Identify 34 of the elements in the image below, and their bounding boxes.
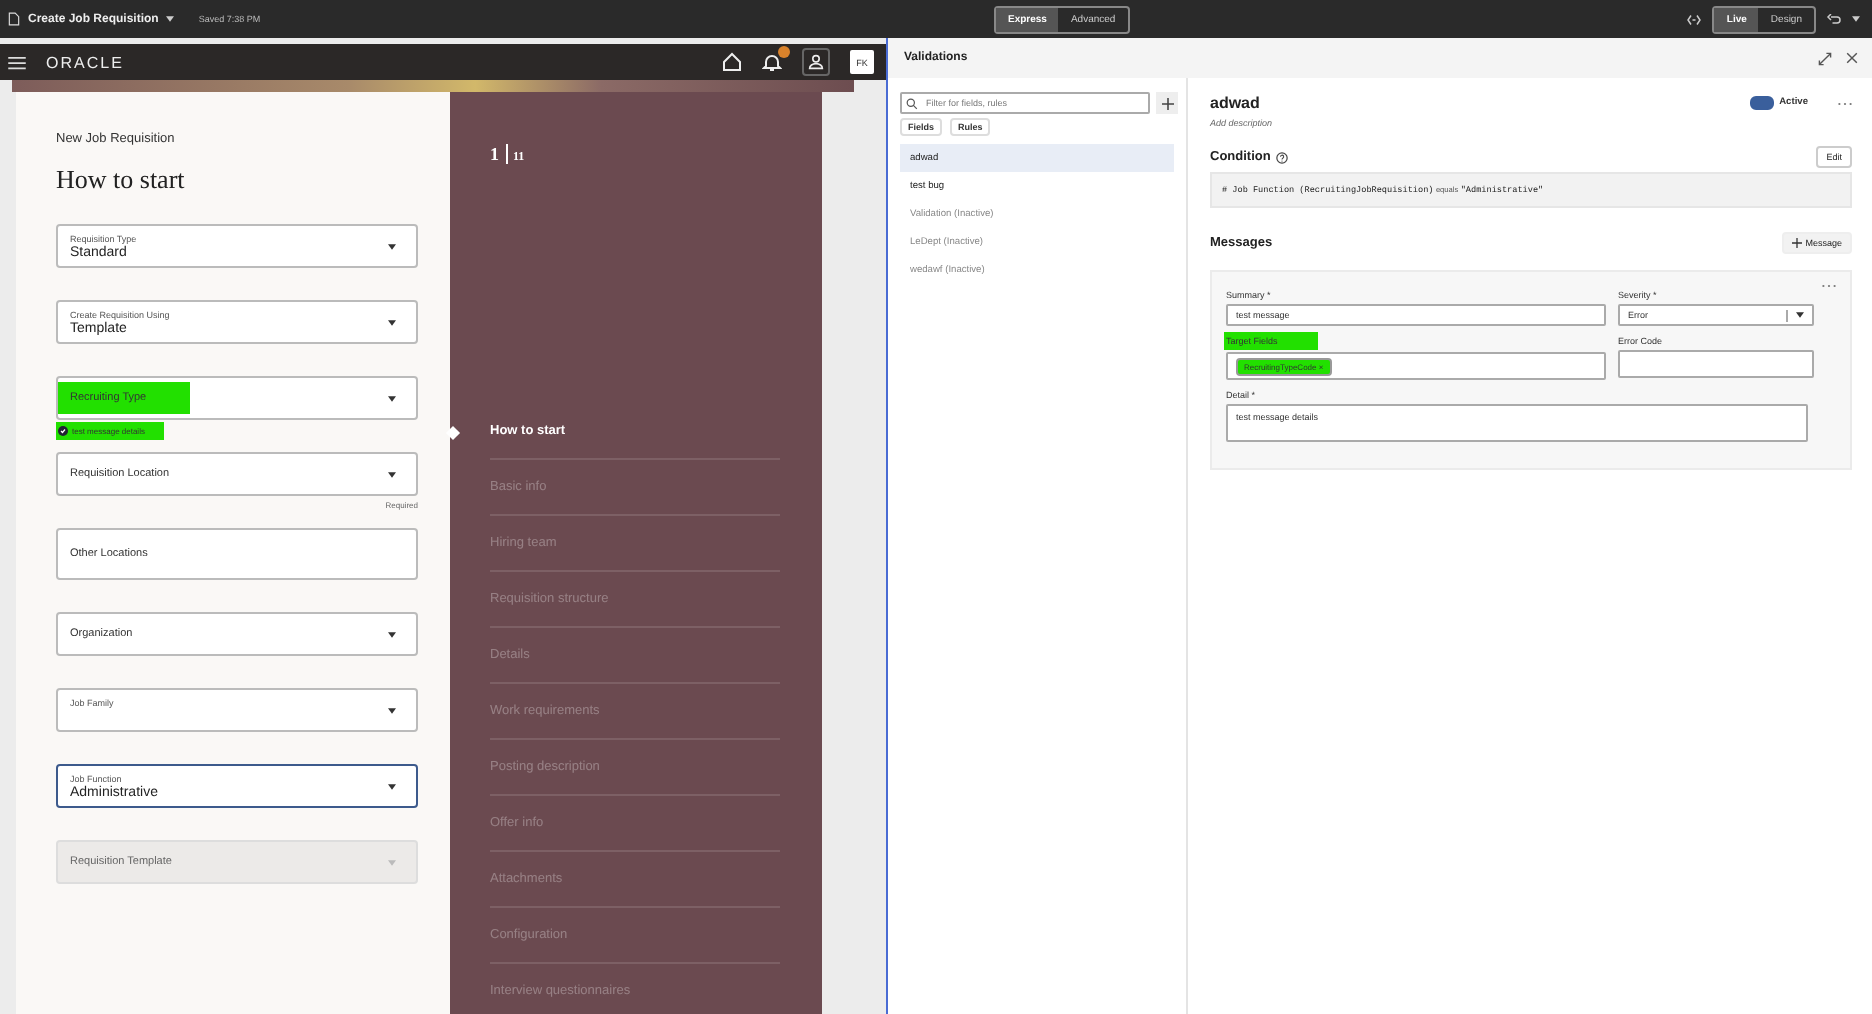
caret-icon [1796, 312, 1804, 318]
caret-icon[interactable] [166, 16, 175, 22]
caret-icon [388, 783, 396, 789]
rule-name: adwad [1210, 94, 1260, 112]
check-circle-icon [58, 426, 68, 436]
logo: ORACLE [46, 53, 124, 71]
plus-icon [1161, 97, 1173, 109]
caret-icon[interactable] [1852, 16, 1860, 22]
caret-icon [388, 395, 396, 401]
bell-icon[interactable] [762, 52, 782, 72]
add-button[interactable] [1156, 92, 1178, 114]
step-number: 1 [490, 144, 499, 164]
caret-icon [388, 631, 396, 637]
close-icon[interactable] [1846, 52, 1858, 64]
menu-icon[interactable] [8, 55, 26, 69]
user-button[interactable] [802, 48, 830, 76]
search-icon [906, 97, 918, 109]
plus-icon [1791, 238, 1802, 248]
code-brackets-icon[interactable] [1686, 13, 1703, 25]
caret-icon [388, 243, 396, 249]
notification-badge [778, 46, 790, 58]
active-toggle[interactable] [1749, 96, 1774, 110]
caret-icon [388, 859, 396, 865]
caret-icon [388, 319, 396, 325]
person-icon [808, 54, 824, 70]
help-icon[interactable] [1276, 151, 1289, 163]
expand-icon[interactable] [1818, 51, 1832, 65]
home-icon[interactable] [722, 52, 742, 72]
page-heading: How to start [56, 164, 187, 196]
caret-icon [388, 707, 396, 713]
input-field[interactable] [1618, 350, 1814, 378]
document-icon [8, 12, 20, 26]
caret-icon [388, 471, 396, 477]
undo-icon[interactable] [1826, 13, 1842, 25]
